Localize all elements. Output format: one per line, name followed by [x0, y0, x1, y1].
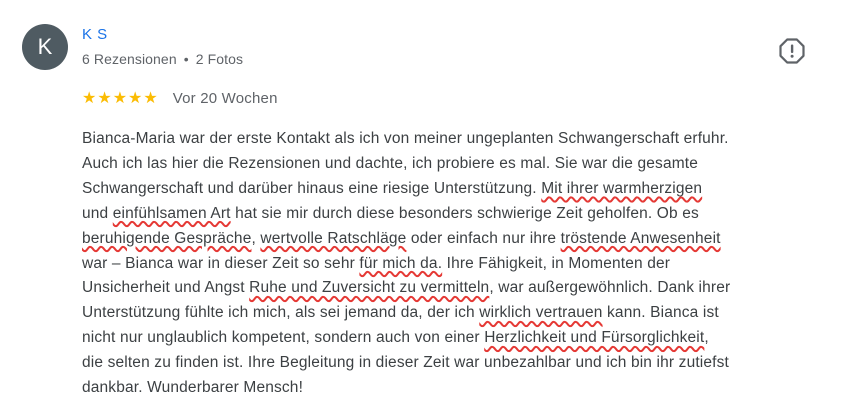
photos-count: 2 Fotos — [195, 51, 244, 67]
review-line: nicht nur unglaublich kompetent, sondern… — [82, 326, 822, 351]
review-line: Schwangerschaft und darüber hinaus eine … — [82, 177, 822, 202]
review-text-segment: die selten zu finden ist. Ihre Begleitun… — [82, 354, 729, 372]
review-text-segment: Bianca-Maria war der erste Kontakt als i… — [82, 130, 729, 147]
review-line: Auch ich las hier die Rezensionen und da… — [82, 152, 822, 177]
review-text-segment: Auch ich las hier die Rezensionen und da… — [82, 154, 699, 172]
report-flag-icon[interactable] — [778, 36, 806, 64]
highlighted-phrase: für mich da. — [359, 254, 443, 272]
review-line: die selten zu finden ist. Ihre Begleitun… — [82, 351, 822, 376]
review-text-segment: hat sie mir durch diese besonders schwie… — [230, 204, 699, 222]
highlighted-phrase: beruhigende Gespräche — [82, 229, 252, 247]
star-icon: ★ — [128, 89, 143, 107]
highlighted-phrase: wertvolle Ratschläge — [260, 229, 407, 247]
review-text-segment: Schwangerschaft und darüber hinaus eine … — [82, 179, 542, 197]
reviewer-meta: 6 Rezensionen • 2 Fotos — [82, 51, 243, 67]
review-line: und einfühlsamen Art hat sie mir durch d… — [82, 202, 822, 227]
review-line: Unsicherheit und Angst Ruhe und Zuversic… — [82, 276, 822, 301]
review-text-segment: , — [704, 329, 709, 347]
star-icon: ★ — [112, 89, 128, 107]
review-text-segment: war – Bianca war in dieser Zeit so sehr — [82, 254, 360, 272]
avatar-letter: K — [37, 34, 53, 59]
highlighted-phrase: einfühlsamen Art — [112, 204, 231, 222]
reviews-count: 6 Rezensionen — [82, 51, 177, 67]
highlighted-phrase: Herzlichkeit und Fürsorglichkeit — [484, 329, 705, 347]
review-text: Bianca-Maria war der erste Kontakt als i… — [82, 127, 822, 401]
review-line: beruhigende Gespräche, wertvolle Ratschl… — [82, 227, 822, 252]
highlighted-phrase: tröstende Anwesenheit — [560, 229, 721, 247]
avatar[interactable]: K — [22, 24, 68, 70]
star-icon: ★ — [143, 89, 158, 107]
review-text-segment: kann. Bianca ist — [602, 304, 719, 322]
review-line: war – Bianca war in dieser Zeit so sehr … — [82, 252, 822, 277]
review-text-segment: Ihre Fähigkeit, in Momenten der — [442, 254, 671, 272]
review-date: Vor 20 Wochen — [172, 90, 278, 107]
review-text-segment: Unsicherheit und Angst — [82, 279, 250, 297]
meta-separator: • — [183, 51, 189, 67]
highlighted-phrase: Mit ihrer warmherzigen — [541, 179, 703, 197]
highlighted-phrase: wirklich vertrauen — [479, 304, 603, 322]
review-text-segment: und — [82, 204, 113, 222]
review-text-segment: , war außergewöhnlich. Dank ihrer — [489, 279, 731, 297]
reviewer-name[interactable]: K S — [82, 26, 108, 43]
review-line: Bianca-Maria war der erste Kontakt als i… — [82, 127, 822, 152]
star-icon: ★ — [97, 89, 112, 107]
review-text-segment: Unterstützung fühlte ich mich, als sei j… — [82, 304, 480, 322]
review-text-segment: nicht nur unglaublich kompetent, sondern… — [82, 329, 485, 347]
review-line: Unterstützung fühlte ich mich, als sei j… — [82, 301, 822, 326]
review-line: dankbar. Wunderbarer Mensch! — [82, 376, 822, 401]
review-text-segment: dankbar. Wunderbarer Mensch! — [82, 379, 304, 397]
review-text-segment: oder einfach nur ihre — [406, 229, 561, 247]
rating-row: ★ ★ ★ ★ ★ Vor 20 Wochen — [82, 90, 278, 107]
highlighted-phrase: Ruhe und Zuversicht zu vermitteln — [249, 279, 490, 297]
star-icon: ★ — [82, 89, 97, 107]
star-rating: ★ ★ ★ ★ ★ — [82, 89, 158, 107]
